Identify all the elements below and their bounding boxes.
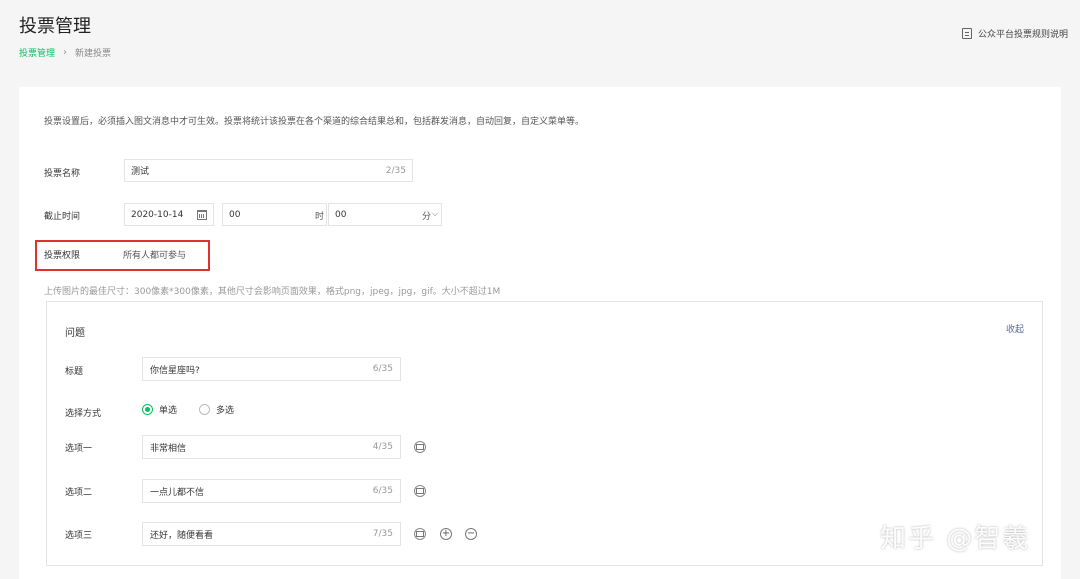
calendar-icon[interactable] <box>197 209 207 220</box>
selection-mode-label: 选择方式 <box>65 409 102 419</box>
deadline-date-value: 2020-10-14 <box>131 209 184 220</box>
collapse-link[interactable]: 收起 <box>1006 322 1024 335</box>
vote-name-counter: 2/35 <box>385 165 406 176</box>
deadline-minute-value: 00 <box>335 209 347 220</box>
radio-unchecked-icon[interactable] <box>199 404 211 415</box>
vote-form-card: 投票设置后，必须插入图文消息中才可生效。投票将统计该投票在各个渠道的综合结果总和… <box>19 87 1061 579</box>
option-counter: 4/35 <box>372 442 393 452</box>
breadcrumb: 投票管理 › 新建投票 <box>19 46 111 59</box>
question-title-value: 你信星座吗? <box>150 365 200 376</box>
add-option-icon[interactable]: + <box>440 528 452 540</box>
option-input[interactable]: 非常相信 4/35 <box>142 435 401 459</box>
page-title: 投票管理 <box>19 16 91 37</box>
option-counter: 7/35 <box>372 529 393 539</box>
radio-single-label: 单选 <box>159 406 178 416</box>
deadline-hour-input[interactable]: 00 <box>222 203 327 226</box>
vote-rules-label: 公众平台投票规则说明 <box>977 30 1068 40</box>
radio-multi[interactable]: 多选 <box>199 403 234 416</box>
remove-option-icon[interactable]: − <box>465 528 477 540</box>
option-label: 选项二 <box>65 488 93 498</box>
watermark: 知乎 @智羲 <box>880 524 1031 554</box>
breadcrumb-separator: › <box>63 47 68 58</box>
image-upload-icon[interactable] <box>414 528 426 540</box>
option-value: 非常相信 <box>150 443 187 454</box>
vote-name-label: 投票名称 <box>44 169 81 179</box>
option-counter: 6/35 <box>372 486 393 496</box>
minute-unit: 分 <box>422 212 432 222</box>
option-label: 选项一 <box>65 444 93 454</box>
selection-mode-group: 单选 多选 <box>142 403 256 416</box>
vote-name-input[interactable]: 测试 2/35 <box>124 159 413 182</box>
radio-single[interactable]: 单选 <box>142 403 177 416</box>
vote-name-value: 测试 <box>131 167 150 177</box>
breadcrumb-vote-management[interactable]: 投票管理 <box>19 46 55 59</box>
hour-unit: 时 <box>315 212 325 222</box>
document-icon <box>961 28 972 39</box>
deadline-date-input[interactable]: 2020-10-14 <box>124 203 214 226</box>
vote-rules-link[interactable]: 公众平台投票规则说明 <box>961 27 1068 40</box>
chevron-down-icon[interactable]: ⌵ <box>432 209 438 219</box>
image-upload-icon[interactable] <box>414 441 426 453</box>
question-title-input[interactable]: 你信星座吗? 6/35 <box>142 357 401 381</box>
question-title-label: 标题 <box>65 367 84 377</box>
option-value: 一点儿都不信 <box>150 487 205 498</box>
permission-label: 投票权限 <box>44 251 81 261</box>
option-value: 还好，随便看看 <box>150 530 214 541</box>
upload-tip: 上传图片的最佳尺寸：300像素*300像素，其他尺寸会影响页面效果，格式png，… <box>44 287 501 297</box>
question-title-counter: 6/35 <box>372 364 393 374</box>
breadcrumb-current: 新建投票 <box>75 49 112 59</box>
image-upload-icon[interactable] <box>414 485 426 497</box>
radio-checked-icon[interactable] <box>142 404 153 415</box>
option-input[interactable]: 一点儿都不信 6/35 <box>142 479 401 503</box>
radio-multi-label: 多选 <box>216 406 235 416</box>
form-notice: 投票设置后，必须插入图文消息中才可生效。投票将统计该投票在各个渠道的综合结果总和… <box>44 117 585 127</box>
deadline-label: 截止时间 <box>44 212 81 222</box>
deadline-hour-value: 00 <box>229 209 241 220</box>
option-label: 选项三 <box>65 531 93 541</box>
permission-value[interactable]: 所有人都可参与 <box>123 248 186 261</box>
option-input[interactable]: 还好，随便看看 7/35 <box>142 522 401 546</box>
question-header: 问题 <box>65 328 85 339</box>
